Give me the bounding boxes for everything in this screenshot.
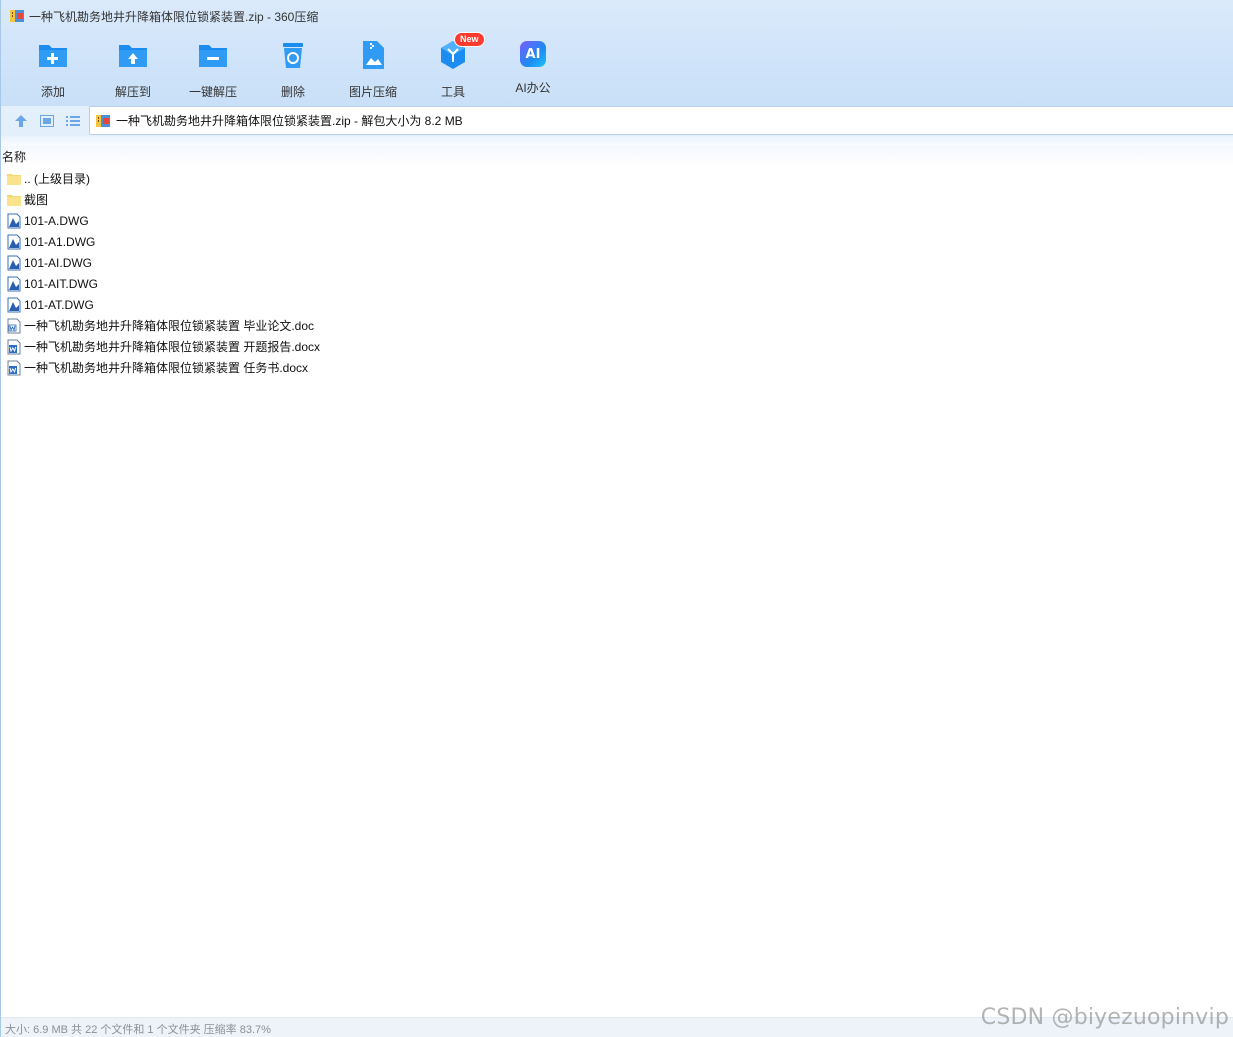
zip-archive-icon bbox=[96, 114, 110, 127]
arrow-up-icon bbox=[15, 115, 27, 127]
ai-office-icon: AI bbox=[520, 41, 546, 67]
file-name: 101-AI.DWG bbox=[24, 255, 93, 270]
address-path: 一种飞机勘务地井升降箱体限位锁紧装置.zip - 解包大小为 8.2 MB bbox=[116, 114, 463, 128]
image-compress-icon bbox=[363, 41, 384, 69]
thumbnail-view-button[interactable] bbox=[35, 110, 59, 132]
ai-office-label: AI办公 bbox=[515, 81, 551, 95]
file-name: .. (上级目录) bbox=[24, 172, 90, 186]
folder-icon bbox=[7, 194, 21, 206]
delete-button[interactable]: 删除 bbox=[253, 36, 333, 100]
image-compress-label: 图片压缩 bbox=[348, 85, 397, 99]
one-click-extract-label: 一键解压 bbox=[188, 85, 237, 99]
file-name: 截图 bbox=[24, 193, 49, 207]
file-name: 一种飞机勘务地井升降箱体限位锁紧装置 毕业论文.doc bbox=[24, 319, 315, 333]
one-click-extract-icon bbox=[199, 45, 227, 67]
dwg-file-icon bbox=[7, 297, 21, 312]
list-item[interactable]: 截图 bbox=[1, 189, 1233, 210]
status-text: 大小: 6.9 MB 共 22 个文件和 1 个文件夹 压缩率 83.7% bbox=[5, 1024, 271, 1036]
separator-band bbox=[1, 136, 1233, 146]
file-name: 101-A1.DWG bbox=[24, 234, 96, 249]
file-name: 101-AIT.DWG bbox=[24, 276, 99, 291]
image-compress-button[interactable]: 图片压缩 bbox=[333, 36, 413, 100]
dwg-file-icon bbox=[7, 276, 21, 291]
one-click-extract-button[interactable]: 一键解压 bbox=[173, 36, 253, 100]
file-name: 101-AT.DWG bbox=[24, 297, 94, 312]
file-list: .. (上级目录) 截图 101-A.DWG 101-A1.DWG 101-AI… bbox=[1, 168, 1233, 378]
list-item[interactable]: 101-AIT.DWG bbox=[1, 273, 1233, 294]
dwg-file-icon bbox=[7, 255, 21, 270]
toolbar: 添加 解压到 一键解压 删除 图片压缩 工具 AI AI办公 bbox=[13, 36, 573, 100]
list-view-icon bbox=[66, 116, 80, 126]
list-item[interactable]: 101-AI.DWG bbox=[1, 252, 1233, 273]
new-badge: New bbox=[454, 32, 485, 47]
file-name: 一种飞机勘务地井升降箱体限位锁紧装置 开题报告.docx bbox=[24, 340, 321, 354]
list-header: 名称 bbox=[1, 146, 1233, 166]
file-name: 一种飞机勘务地井升降箱体限位锁紧装置 任务书.docx bbox=[24, 361, 309, 375]
tools-label: 工具 bbox=[440, 85, 465, 99]
top-panel: 一种飞机勘务地井升降箱体限位锁紧装置.zip - 360压缩 添加 解压到 一键… bbox=[1, 0, 1233, 106]
list-item[interactable]: 101-A1.DWG bbox=[1, 231, 1233, 252]
list-item[interactable]: 101-AT.DWG bbox=[1, 294, 1233, 315]
title-bar: 一种飞机勘务地井升降箱体限位锁紧装置.zip - 360压缩 bbox=[1, 0, 1233, 32]
up-level-button[interactable] bbox=[9, 110, 33, 132]
delete-bin-icon bbox=[283, 43, 303, 68]
column-header-name[interactable]: 名称 bbox=[2, 148, 26, 165]
list-item[interactable]: 101-A.DWG bbox=[1, 210, 1233, 231]
dwg-file-icon bbox=[7, 234, 21, 249]
extract-to-label: 解压到 bbox=[114, 85, 151, 99]
list-item[interactable]: 一种飞机勘务地井升降箱体限位锁紧装置 开题报告.docx bbox=[1, 336, 1233, 357]
thumbnail-view-icon bbox=[40, 115, 54, 127]
app-window: 一种飞机勘务地井升降箱体限位锁紧装置.zip - 360压缩 添加 解压到 一键… bbox=[0, 0, 1233, 1037]
ai-office-button[interactable]: AI AI办公 bbox=[493, 36, 573, 100]
file-name: 101-A.DWG bbox=[24, 213, 89, 228]
add-button[interactable]: 添加 bbox=[13, 36, 93, 100]
dwg-file-icon bbox=[7, 213, 21, 228]
list-item[interactable]: 一种飞机勘务地井升降箱体限位锁紧装置 毕业论文.doc bbox=[1, 315, 1233, 336]
add-folder-icon bbox=[39, 45, 67, 67]
word-docx-icon bbox=[7, 339, 21, 354]
folder-icon bbox=[7, 173, 21, 185]
extract-to-icon bbox=[119, 45, 147, 67]
window-title: 一种飞机勘务地井升降箱体限位锁紧装置.zip - 360压缩 bbox=[29, 9, 319, 24]
navigation-bar: 一种飞机勘务地井升降箱体限位锁紧装置.zip - 解包大小为 8.2 MB bbox=[1, 106, 1233, 136]
delete-label: 删除 bbox=[280, 85, 305, 99]
word-docx-icon bbox=[7, 360, 21, 375]
list-item[interactable]: .. (上级目录) bbox=[1, 168, 1233, 189]
watermark: CSDN @biyezuopinvip bbox=[980, 1005, 1229, 1030]
add-label: 添加 bbox=[40, 85, 65, 99]
word-doc-icon bbox=[7, 318, 21, 333]
ai-icon-text: AI bbox=[525, 46, 541, 62]
list-view-button[interactable] bbox=[61, 110, 85, 132]
list-item[interactable]: 一种飞机勘务地井升降箱体限位锁紧装置 任务书.docx bbox=[1, 357, 1233, 378]
extract-to-button[interactable]: 解压到 bbox=[93, 36, 173, 100]
address-bar[interactable]: 一种飞机勘务地井升降箱体限位锁紧装置.zip - 解包大小为 8.2 MB bbox=[89, 106, 1233, 135]
zip-archive-icon bbox=[10, 10, 24, 22]
